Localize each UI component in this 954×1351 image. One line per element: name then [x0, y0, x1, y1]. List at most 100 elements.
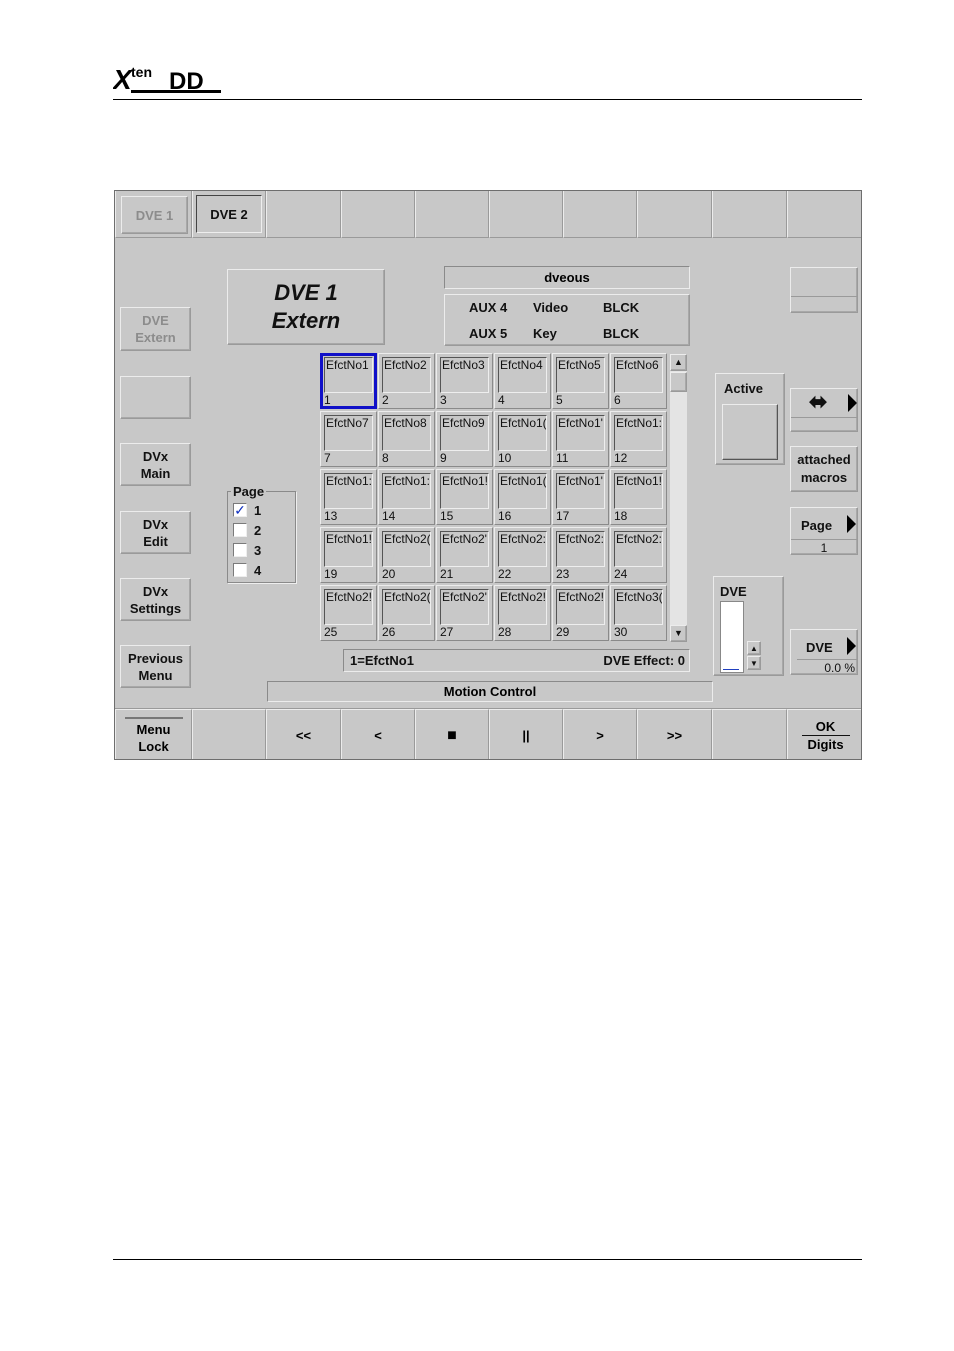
tab-dve2[interactable]: DVE 2	[196, 195, 262, 233]
dve-chevron-icon	[847, 637, 856, 655]
rewind-label: <<	[295, 728, 312, 743]
effect-cell-6[interactable]: EfctNo6 6	[610, 353, 667, 409]
menu-lock-button[interactable]: Menu Lock	[115, 709, 192, 759]
effect-cell-19[interactable]: EfctNo1! 19	[320, 527, 377, 583]
effect-label: EfctNo6	[614, 357, 663, 393]
effect-number: 13	[324, 509, 338, 523]
attached-macros-button[interactable]: attached macros	[790, 446, 858, 492]
tab-empty-2[interactable]	[341, 191, 415, 238]
scroll-thumb[interactable]	[670, 372, 687, 392]
dvx-main-button[interactable]: DVx Main	[120, 443, 191, 486]
effect-cell-26[interactable]: EfctNo2(26	[378, 585, 435, 641]
effect-cell-18[interactable]: EfctNo1! 18	[610, 469, 667, 525]
step-forward-button[interactable]: >	[563, 709, 637, 759]
fast-forward-button[interactable]: >>	[637, 709, 712, 759]
tab-dve1-cell: DVE 1	[115, 191, 192, 238]
step-back-button[interactable]: <	[341, 709, 415, 759]
page-checkbox-3[interactable]	[233, 543, 247, 557]
effect-cell-28[interactable]: EfctNo2! 28	[494, 585, 551, 641]
effect-cell-1[interactable]: EfctNo1 1	[320, 353, 377, 409]
active-indicator-button[interactable]	[722, 404, 778, 460]
tab-empty-1[interactable]	[266, 191, 341, 238]
page-button-label: Page	[801, 518, 833, 533]
page-option-label: 1	[254, 503, 262, 518]
page-checkbox-1[interactable]: ✓	[233, 503, 247, 517]
tab-empty-7[interactable]	[712, 191, 787, 238]
effect-cell-4[interactable]: EfctNo4 4	[494, 353, 551, 409]
dve-extern-button[interactable]: DVE Extern	[120, 307, 191, 351]
bottom-empty-2[interactable]	[712, 709, 787, 759]
rewind-button[interactable]: <<	[266, 709, 341, 759]
effect-label: EfctNo7	[324, 415, 373, 451]
effect-cell-9[interactable]: EfctNo9 9	[436, 411, 493, 467]
page-checkbox-4[interactable]	[233, 563, 247, 577]
effect-cell-23[interactable]: EfctNo2: 23	[552, 527, 609, 583]
swap-button[interactable]: ⬌	[790, 388, 858, 432]
dvx-settings-label-1: DVx	[142, 583, 169, 599]
effect-number: 8	[382, 451, 389, 465]
dvx-edit-label-1: DVx	[142, 516, 169, 532]
brand-logo: X ten DD	[111, 62, 223, 96]
double-arrow-icon: ⬌	[809, 389, 828, 414]
tab-empty-3[interactable]	[415, 191, 489, 238]
effect-number: 10	[498, 451, 512, 465]
status-selection: 1=EfctNo1	[350, 653, 414, 668]
previous-menu-button[interactable]: Previous Menu	[120, 645, 191, 688]
effect-cell-2[interactable]: EfctNo2 2	[378, 353, 435, 409]
page-option-label: 4	[254, 563, 262, 578]
effect-cell-7[interactable]: EfctNo7 7	[320, 411, 377, 467]
source-row1-value: BLCK	[603, 300, 640, 315]
bottom-empty-1[interactable]	[192, 709, 266, 759]
dve-extern-label-2: Extern	[135, 330, 176, 345]
effect-cell-10[interactable]: EfctNo1(10	[494, 411, 551, 467]
effect-cell-27[interactable]: EfctNo2' 27	[436, 585, 493, 641]
dvx-settings-button[interactable]: DVx Settings	[120, 578, 191, 621]
ok-digits-button[interactable]: OK Digits	[787, 709, 861, 759]
tab-empty-6[interactable]	[637, 191, 712, 238]
effect-cell-8[interactable]: EfctNo8 8	[378, 411, 435, 467]
effect-cell-24[interactable]: EfctNo2: 24	[610, 527, 667, 583]
effect-label: EfctNo2'	[440, 589, 489, 625]
stop-button[interactable]: ■	[415, 709, 489, 759]
effect-number: 25	[324, 625, 338, 639]
tab-empty-4[interactable]	[489, 191, 563, 238]
effect-cell-15[interactable]: EfctNo1! 15	[436, 469, 493, 525]
effect-cell-13[interactable]: EfctNo1: 13	[320, 469, 377, 525]
dvx-edit-button[interactable]: DVx Edit	[120, 511, 191, 554]
blank-left-button[interactable]	[120, 376, 191, 419]
effect-cell-12[interactable]: EfctNo1: 12	[610, 411, 667, 467]
tab-empty-8[interactable]	[787, 191, 861, 238]
pause-button[interactable]: ||	[489, 709, 563, 759]
effect-label: EfctNo1!	[440, 473, 489, 509]
previous-menu-label-2: Menu	[138, 667, 173, 683]
effect-cell-3[interactable]: EfctNo3 3	[436, 353, 493, 409]
tab-empty-5[interactable]	[563, 191, 637, 238]
effect-cell-11[interactable]: EfctNo1' 11	[552, 411, 609, 467]
scroll-down-icon[interactable]: ▼	[670, 625, 687, 642]
dve-value-button[interactable]: DVE 0.0 %	[790, 629, 858, 675]
effect-cell-29[interactable]: EfctNo2! 29	[552, 585, 609, 641]
effect-number: 29	[556, 625, 570, 639]
effect-cell-25[interactable]: EfctNo2! 25	[320, 585, 377, 641]
effect-number: 14	[382, 509, 396, 523]
effect-cell-21[interactable]: EfctNo2' 21	[436, 527, 493, 583]
effect-cell-17[interactable]: EfctNo1' 17	[552, 469, 609, 525]
effect-label: EfctNo2:	[556, 531, 605, 567]
effect-cell-14[interactable]: EfctNo1: 14	[378, 469, 435, 525]
pause-icon: ||	[522, 728, 530, 743]
effect-cell-20[interactable]: EfctNo2(20	[378, 527, 435, 583]
scroll-up-icon[interactable]: ▲	[670, 354, 687, 371]
dve-slider-down-icon[interactable]: ▼	[747, 656, 761, 670]
source-row2-signal: Key	[533, 326, 557, 341]
dve-slider-track[interactable]	[720, 601, 744, 673]
effect-cell-16[interactable]: EfctNo1(16	[494, 469, 551, 525]
page-checkbox-2[interactable]	[233, 523, 247, 537]
effect-cell-5[interactable]: EfctNo5 5	[552, 353, 609, 409]
page-button[interactable]: Page 1	[790, 507, 858, 555]
tab-dve1[interactable]: DVE 1	[121, 196, 188, 234]
dvx-main-label-1: DVx	[142, 448, 169, 464]
effect-cell-22[interactable]: EfctNo2: 22	[494, 527, 551, 583]
effect-cell-30[interactable]: EfctNo3(30	[610, 585, 667, 641]
effect-scrollbar[interactable]: ▲ ▼	[670, 354, 687, 642]
dve-slider-up-icon[interactable]: ▲	[747, 641, 761, 655]
